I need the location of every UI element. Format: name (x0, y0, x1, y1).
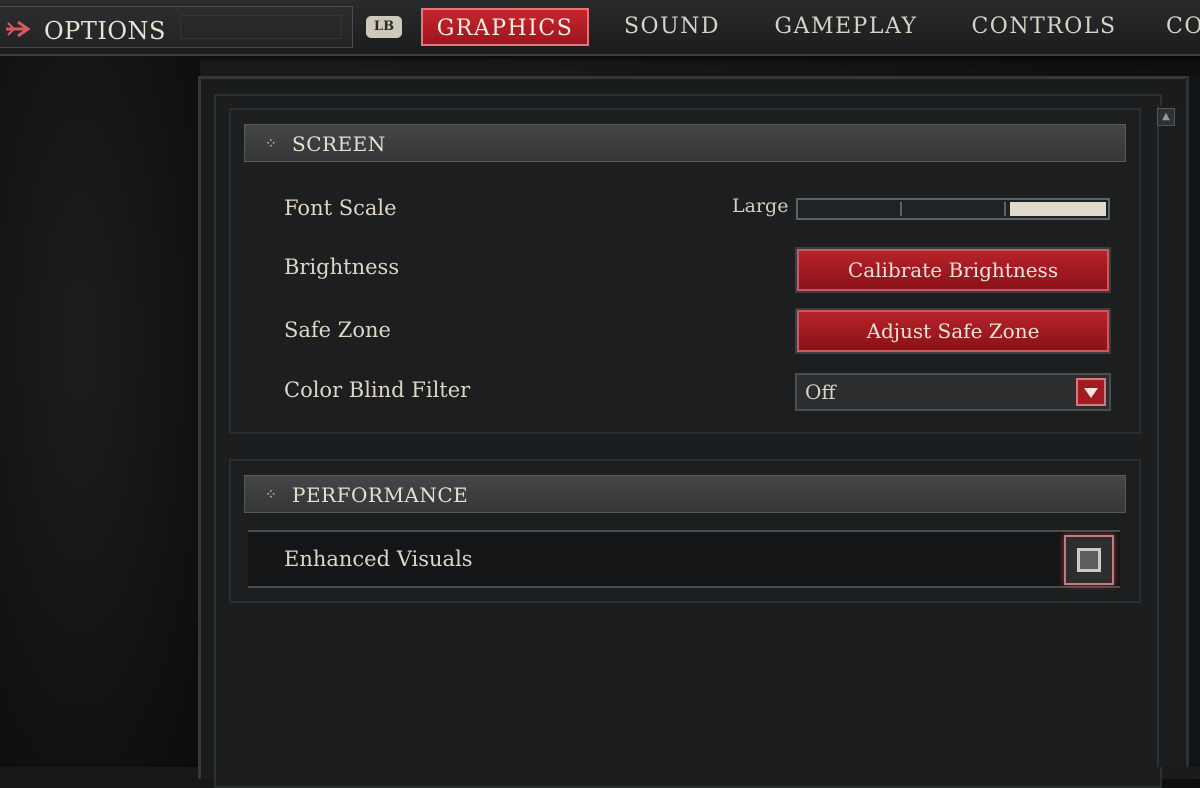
tab-co-partial[interactable]: CO (1156, 8, 1200, 46)
screen-section-header: ⁘ SCREEN (244, 124, 1126, 162)
calibrate-brightness-button[interactable]: Calibrate Brightness (795, 247, 1111, 293)
diamond-bullet-icon: ⁘ (265, 487, 277, 503)
dropdown-value: Off (805, 380, 836, 404)
section-title: SCREEN (292, 132, 386, 156)
scrollbar-track[interactable] (1157, 106, 1179, 767)
font-scale-value: Large (732, 195, 789, 217)
safe-zone-label: Safe Zone (284, 318, 391, 342)
brightness-label: Brightness (284, 255, 400, 279)
tab-controls[interactable]: CONTROLS (960, 8, 1128, 46)
diamond-bullet-icon: ⁘ (265, 136, 277, 152)
font-scale-seg-1[interactable] (800, 202, 902, 216)
font-scale-slider[interactable] (796, 198, 1110, 220)
color-blind-filter-label: Color Blind Filter (284, 378, 471, 402)
scroll-up-icon[interactable]: ▲ (1157, 108, 1175, 126)
back-arrow-icon[interactable] (4, 19, 34, 39)
font-scale-label: Font Scale (284, 196, 397, 220)
tab-gameplay[interactable]: GAMEPLAY (760, 8, 932, 46)
lb-bumper-badge: LB (366, 16, 402, 38)
background-left (0, 56, 200, 767)
enhanced-visuals-label: Enhanced Visuals (284, 547, 473, 571)
tab-graphics[interactable]: GRAPHICS (421, 8, 589, 46)
adjust-safe-zone-button[interactable]: Adjust Safe Zone (795, 308, 1111, 354)
chevron-down-icon[interactable] (1076, 378, 1106, 406)
options-title: OPTIONS (44, 17, 166, 45)
font-scale-seg-3[interactable] (1010, 202, 1106, 216)
frame-right-edge (1186, 76, 1200, 767)
options-header: OPTIONS (0, 6, 353, 48)
tab-sound[interactable]: SOUND (612, 8, 732, 46)
font-scale-seg-2[interactable] (902, 202, 1006, 216)
color-blind-filter-dropdown[interactable]: Off (795, 373, 1111, 411)
enhanced-visuals-checkbox[interactable] (1064, 535, 1114, 585)
top-nav-bar: OPTIONS LB GRAPHICS SOUND GAMEPLAY CONTR… (0, 0, 1200, 56)
section-title: PERFORMANCE (292, 483, 469, 507)
performance-section-header: ⁘ PERFORMANCE (244, 475, 1126, 513)
